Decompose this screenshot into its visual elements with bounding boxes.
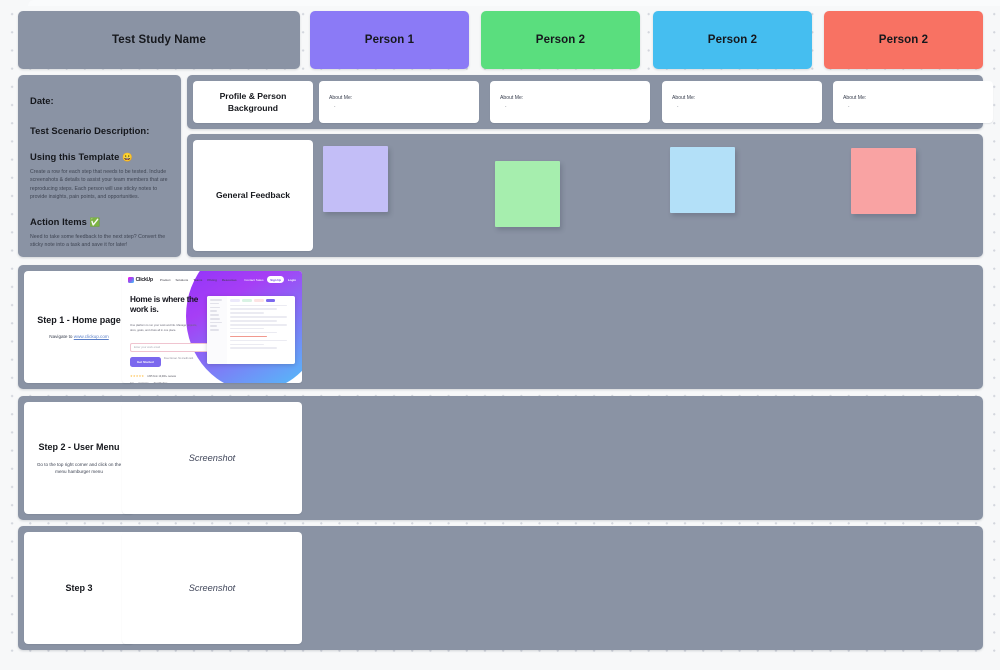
row-label-text: General Feedback — [215, 190, 291, 201]
clickup-rating-text: 4.8/5 from 10,000+ reviews — [147, 374, 176, 378]
about-me-label: About Me: — [843, 95, 867, 101]
about-me-card-person-2c[interactable]: About Me: · — [833, 81, 993, 123]
sticky-note-person-2c[interactable] — [851, 148, 916, 214]
clickup-cta-note: Free forever. No credit card. — [164, 357, 194, 360]
row-step-3[interactable]: Step 3 Screenshot — [18, 526, 983, 650]
row-profile-background[interactable]: Profile & Person Background About Me: · … — [187, 75, 993, 129]
clickup-link[interactable]: www.clickup.com — [74, 334, 109, 339]
clickup-logo-icon — [128, 276, 134, 283]
screenshot-placeholder-text: Screenshot — [188, 583, 236, 593]
step-2-title: Step 2 - User Menu — [38, 442, 120, 452]
step-1-instruction: Navigate to www.clickup.com — [49, 333, 109, 340]
clickup-nav-bar: ClickUp Product Solutions Teams Pricing … — [122, 271, 302, 288]
step-1-label-card[interactable]: Step 1 - Home page Navigate to www.click… — [24, 271, 134, 383]
row-step-1[interactable]: Step 1 - Home page Navigate to www.click… — [18, 265, 983, 389]
step-1-title: Step 1 - Home page — [37, 314, 121, 325]
clickup-logo-text: ClickUp — [135, 276, 153, 283]
scenario-description-label: Test Scenario Description: — [30, 125, 150, 136]
nav-item-product: Product — [159, 277, 171, 282]
using-template-body: Create a row for each step that needs to… — [30, 169, 168, 201]
column-header-person-2c[interactable]: Person 2 — [824, 11, 983, 69]
column-header-label: Person 2 — [535, 34, 586, 46]
column-header-person-1[interactable]: Person 1 — [310, 11, 469, 69]
action-items-body: Need to take some feedback to the next s… — [30, 233, 166, 249]
column-header-label: Person 2 — [878, 34, 929, 46]
clickup-app-preview — [207, 296, 295, 364]
row-step-2[interactable]: Step 2 - User Menu Go to the top right c… — [18, 396, 983, 520]
smile-emoji-icon: 😀 — [122, 152, 133, 162]
about-me-card-person-2b[interactable]: About Me: · — [662, 81, 822, 123]
brand-g2: G2 — [130, 382, 133, 383]
column-header-label: Person 1 — [364, 34, 415, 46]
clickup-cta-button: Get Started — [130, 357, 161, 367]
column-header-person-2a[interactable]: Person 2 — [481, 11, 640, 69]
date-label: Date: — [30, 95, 54, 106]
step-1-instruction-prefix: Navigate to — [49, 334, 74, 340]
clickup-rating: ★★★★★ 4.8/5 from 10,000+ reviews — [130, 374, 176, 378]
row-general-feedback[interactable]: General Feedback — [187, 134, 983, 257]
study-info-panel[interactable]: Date: Test Scenario Description: Using t… — [18, 75, 181, 257]
check-mark-emoji-icon: ✅ — [89, 216, 101, 227]
brand-trustradius: TrustRadius — [154, 382, 168, 383]
clickup-email-input: Enter your work email — [130, 343, 216, 352]
column-header-person-2b[interactable]: Person 2 — [653, 11, 812, 69]
about-me-label: About Me: — [672, 95, 696, 101]
step-3-label-card[interactable]: Step 3 — [24, 532, 134, 644]
sticky-note-person-1[interactable] — [323, 146, 388, 212]
study-title-header[interactable]: Test Study Name — [18, 11, 300, 69]
about-me-label: About Me: — [500, 95, 524, 101]
nav-contact-sales: Contact Sales — [244, 277, 264, 282]
brand-capterra: Capterra — [138, 382, 148, 383]
nav-item-teams: Teams — [193, 277, 203, 282]
whiteboard-canvas[interactable]: Test Study Name Person 1 Person 2 Person… — [0, 0, 1000, 670]
using-template-heading: Using this Template 😀 — [30, 151, 169, 163]
step-2-instruction: Go to the top right corner and click on … — [36, 461, 122, 474]
about-me-label: About Me: — [329, 95, 353, 101]
using-template-title: Using this Template — [30, 151, 120, 162]
sticky-note-person-2a[interactable] — [495, 161, 560, 227]
app-preview-main — [227, 296, 295, 364]
clickup-paragraph: One platform to run your work and life. … — [130, 324, 198, 332]
screenshot-placeholder-text: Screenshot — [188, 453, 236, 463]
about-me-bullet: · — [334, 104, 336, 110]
nav-item-resources: Resources — [221, 277, 237, 282]
app-preview-sidebar — [207, 296, 227, 364]
clickup-email-placeholder: Enter your work email — [134, 346, 160, 349]
column-header-label: Person 2 — [707, 34, 758, 46]
row-label-general-feedback[interactable]: General Feedback — [193, 140, 313, 251]
clickup-nav-actions: Contact Sales Sign Up Login — [244, 276, 296, 283]
nav-item-pricing: Pricing — [207, 277, 217, 282]
about-me-bullet: · — [848, 104, 850, 110]
about-me-bullet: · — [505, 104, 507, 110]
about-me-card-person-1[interactable]: About Me: · — [319, 81, 479, 123]
row-label-text: Profile & Person Background — [219, 90, 287, 113]
action-items-heading: Action Items ✅ — [30, 216, 169, 228]
about-me-card-person-2a[interactable]: About Me: · — [490, 81, 650, 123]
nav-login-link: Login — [287, 277, 296, 282]
row-label-profile-background[interactable]: Profile & Person Background — [193, 81, 313, 123]
step-2-screenshot-placeholder[interactable]: Screenshot — [122, 402, 302, 514]
nav-item-solutions: Solutions — [175, 277, 189, 282]
step-3-screenshot-placeholder[interactable]: Screenshot — [122, 532, 302, 644]
nav-signup-button: Sign Up — [267, 276, 285, 283]
step-3-title: Step 3 — [65, 582, 93, 593]
step-1-screenshot-clickup-homepage[interactable]: ClickUp Product Solutions Teams Pricing … — [122, 271, 302, 383]
study-title-text: Test Study Name — [112, 34, 206, 46]
star-icon: ★★★★★ — [130, 374, 145, 378]
clickup-headline: Home is where the work is. — [130, 295, 199, 315]
clickup-logo: ClickUp — [128, 276, 153, 283]
sticky-note-person-2b[interactable] — [670, 147, 735, 213]
canvas-bottom-edge — [0, 666, 1000, 670]
action-items-title: Action Items — [30, 215, 87, 227]
clickup-brand-logos: G2 Capterra TrustRadius — [130, 382, 167, 383]
clickup-nav-items: Product Solutions Teams Pricing Resource… — [160, 278, 237, 282]
step-2-label-card[interactable]: Step 2 - User Menu Go to the top right c… — [24, 402, 134, 514]
about-me-bullet: · — [677, 104, 679, 110]
